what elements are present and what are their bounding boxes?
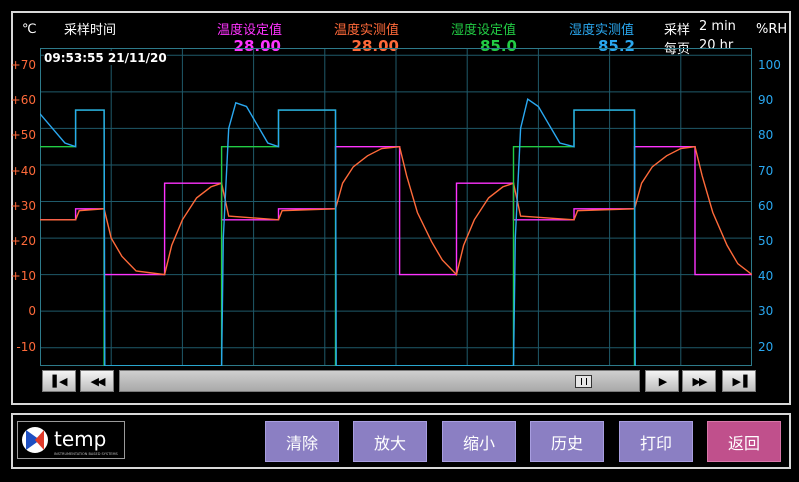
left-tick: +70 <box>10 58 36 72</box>
left-tick: +50 <box>10 128 36 142</box>
hum-set-label: 湿度设定值 <box>451 23 517 38</box>
hum-actual-label: 湿度实测值 <box>569 23 635 38</box>
right-tick: 70 <box>758 164 774 178</box>
right-tick: 100 <box>758 58 781 72</box>
back-button[interactable]: 返回 <box>707 421 781 462</box>
right-tick: 90 <box>758 93 774 107</box>
fast-forward-icon: ▶▶ <box>692 374 708 388</box>
zoom-in-button[interactable]: 放大 <box>353 421 427 462</box>
right-tick: 40 <box>758 269 774 283</box>
fast-backward-button[interactable]: ◀◀ <box>80 370 114 392</box>
temp-set-label: 温度设定值 <box>217 23 283 38</box>
print-button[interactable]: 打印 <box>619 421 693 462</box>
logo-text: temp <box>54 427 106 451</box>
fast-forward-button[interactable]: ▶▶ <box>682 370 716 392</box>
zoom-out-button[interactable]: 缩小 <box>442 421 516 462</box>
sample-time-label: 采样时间 <box>64 23 117 38</box>
play-button[interactable]: ▶ <box>645 370 679 392</box>
play-icon: ▶ <box>658 374 668 388</box>
last-page-button[interactable]: ▶▐ <box>722 370 756 392</box>
scrollbar-thumb[interactable] <box>575 375 592 388</box>
trend-chart <box>40 48 752 366</box>
last-page-icon: ▶▐ <box>732 374 748 388</box>
right-tick: 60 <box>758 199 774 213</box>
right-tick: 20 <box>758 340 774 354</box>
left-tick: +10 <box>10 269 36 283</box>
left-tick: +20 <box>10 234 36 248</box>
temp-actual-label: 温度实测值 <box>334 23 400 38</box>
history-button[interactable]: 历史 <box>530 421 604 462</box>
history-scrollbar[interactable] <box>119 370 640 392</box>
logo-tagline: INSTRUMENTATION BASED SYSTEMS <box>54 452 118 456</box>
unit-celsius: ℃ <box>22 22 37 37</box>
left-tick: -10 <box>16 340 36 354</box>
right-tick: 80 <box>758 128 774 142</box>
left-tick: +60 <box>10 93 36 107</box>
chart-grid <box>40 48 752 366</box>
timestamp: 09:53:55 21/11/20 <box>44 51 167 65</box>
sample-value: 2 min <box>699 19 736 34</box>
left-tick: 0 <box>28 304 36 318</box>
first-page-button[interactable]: ▌◀ <box>42 370 76 392</box>
series-hum-actual-line <box>40 98 636 366</box>
temp-logo: temp INSTRUMENTATION BASED SYSTEMS <box>17 421 125 459</box>
logo-mark-icon: temp INSTRUMENTATION BASED SYSTEMS <box>22 427 118 456</box>
clear-button[interactable]: 清除 <box>265 421 339 462</box>
first-page-icon: ▌◀ <box>52 374 68 388</box>
fast-backward-icon: ◀◀ <box>90 374 106 388</box>
left-tick: +40 <box>10 164 36 178</box>
right-tick: 50 <box>758 234 774 248</box>
unit-humidity: %RH <box>756 22 788 37</box>
right-tick: 30 <box>758 304 774 318</box>
left-tick: +30 <box>10 199 36 213</box>
sample-label: 采样 <box>664 23 691 38</box>
